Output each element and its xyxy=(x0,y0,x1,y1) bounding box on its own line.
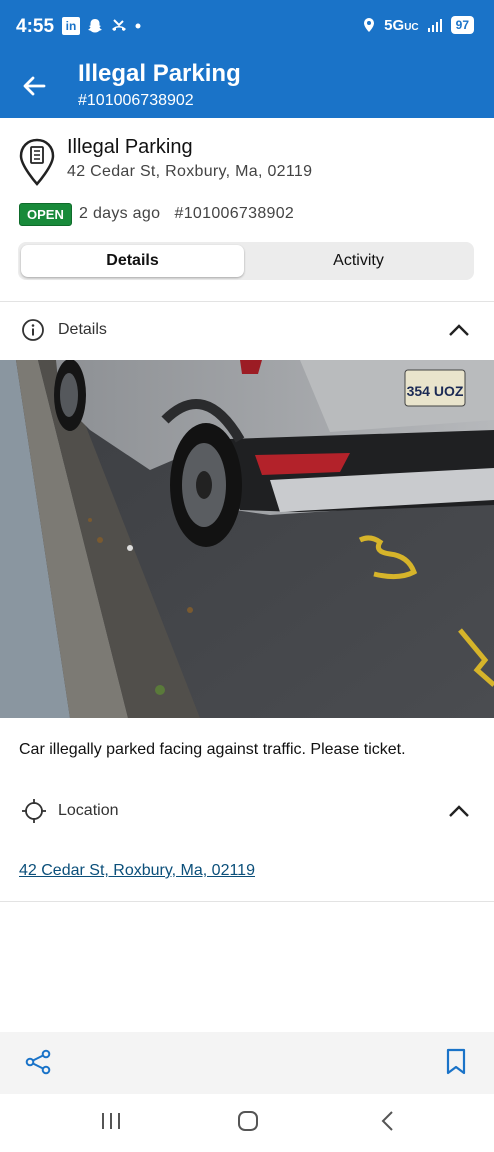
status-time: 4:55 xyxy=(16,16,55,37)
page-subtitle: #101006738902 xyxy=(78,92,194,109)
request-header: Illegal Parking 42 Cedar St, Roxbury, Ma… xyxy=(0,118,494,302)
recent-apps-icon[interactable] xyxy=(100,1110,122,1132)
request-title: Illegal Parking xyxy=(67,136,193,158)
missed-call-icon xyxy=(112,19,126,31)
status-right-icons: 5GUC 97 xyxy=(362,16,474,34)
tab-details[interactable]: Details xyxy=(21,245,244,277)
crosshair-icon xyxy=(22,799,46,823)
tab-activity[interactable]: Activity xyxy=(246,245,471,277)
location-icon xyxy=(364,18,375,32)
app-bar: Illegal Parking #101006738902 xyxy=(0,52,494,118)
location-section-header[interactable]: Location xyxy=(0,783,494,839)
chevron-up-icon[interactable] xyxy=(448,804,470,818)
request-age: 2 days ago xyxy=(79,205,161,222)
dot-icon xyxy=(135,23,141,29)
bottom-action-bar xyxy=(0,1032,494,1094)
request-address: 42 Cedar St, Roxbury, Ma, 02119 xyxy=(67,163,313,180)
status-bar: 4:55 in 5GUC 97 xyxy=(0,0,494,52)
report-photo: 354 UOZ xyxy=(0,360,494,718)
notification-icons: in xyxy=(62,17,142,35)
request-meta: 2 days ago #101006738902 xyxy=(79,205,294,223)
share-icon[interactable] xyxy=(24,1048,52,1076)
page-title: Illegal Parking xyxy=(78,60,241,87)
info-icon xyxy=(22,319,44,341)
report-description: Car illegally parked facing against traf… xyxy=(19,741,406,758)
license-plate-text: 354 UOZ xyxy=(407,383,464,399)
home-icon[interactable] xyxy=(237,1110,259,1132)
details-section-header[interactable]: Details xyxy=(0,302,494,358)
tab-bar: Details Activity xyxy=(18,242,474,280)
system-nav-bar xyxy=(0,1094,494,1152)
map-pin-icon xyxy=(19,138,55,186)
chevron-up-icon[interactable] xyxy=(448,323,470,337)
network-label: 5GUC xyxy=(384,16,419,34)
back-nav-icon[interactable] xyxy=(377,1110,399,1132)
status-badge: OPEN xyxy=(19,203,72,226)
bookmark-icon[interactable] xyxy=(445,1048,467,1076)
signal-icon xyxy=(427,19,442,32)
location-section-label: Location xyxy=(58,802,119,819)
snapchat-icon xyxy=(88,19,102,33)
location-address-link[interactable]: 42 Cedar St, Roxbury, Ma, 02119 xyxy=(19,862,255,880)
linkedin-icon: in xyxy=(62,17,80,35)
divider xyxy=(0,901,494,902)
back-arrow-icon[interactable] xyxy=(18,70,50,102)
details-section-label: Details xyxy=(58,321,107,338)
battery-indicator: 97 xyxy=(450,16,474,34)
request-id: #101006738902 xyxy=(174,205,295,222)
